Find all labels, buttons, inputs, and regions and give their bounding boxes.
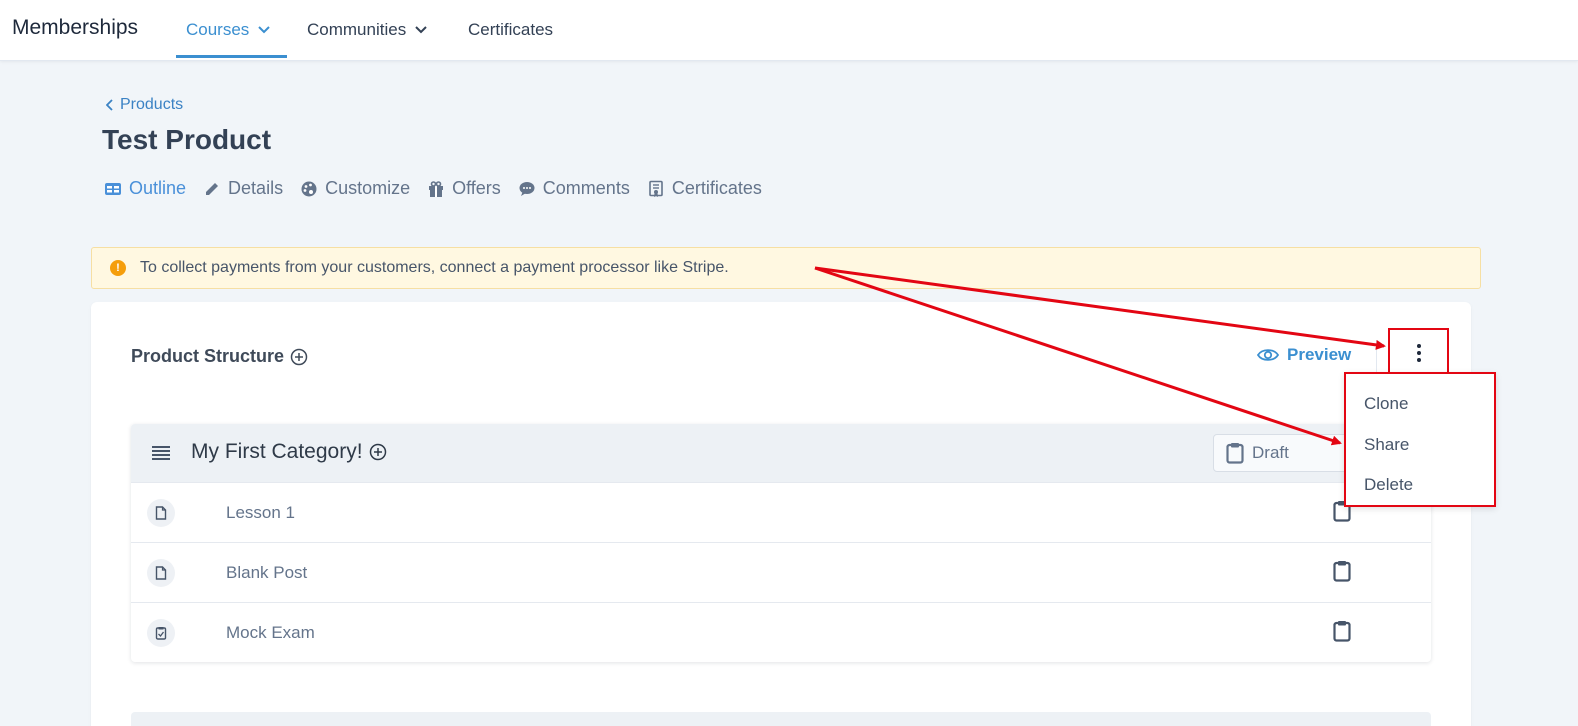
chevron-down-icon bbox=[415, 26, 427, 34]
tab-offers-label: Offers bbox=[452, 178, 501, 198]
eye-icon bbox=[1257, 349, 1279, 361]
certificate-icon bbox=[649, 180, 663, 197]
clipboard-icon[interactable] bbox=[1333, 620, 1351, 642]
next-category-header bbox=[131, 712, 1431, 726]
product-structure-heading: Product Structure bbox=[131, 346, 308, 367]
divider bbox=[1376, 340, 1377, 376]
nav-courses[interactable]: Courses bbox=[186, 20, 271, 40]
preview-label: Preview bbox=[1287, 345, 1352, 364]
pencil-icon bbox=[206, 182, 219, 195]
menu-item-share[interactable]: Share bbox=[1364, 435, 1409, 455]
nav-communities-label: Communities bbox=[307, 20, 407, 39]
quiz-icon bbox=[147, 619, 175, 647]
payment-alert: ! To collect payments from your customer… bbox=[91, 247, 1481, 289]
draft-label: Draft bbox=[1252, 443, 1289, 462]
product-structure-title: Product Structure bbox=[131, 346, 285, 366]
chevron-left-icon bbox=[106, 99, 113, 111]
category-panel: My First Category! Draft Lesson 1 Blank … bbox=[131, 424, 1431, 662]
tab-outline[interactable]: Outline bbox=[104, 178, 186, 199]
category-title-group: My First Category! bbox=[191, 440, 387, 464]
clipboard-icon[interactable] bbox=[1333, 560, 1351, 582]
lesson-row[interactable]: Blank Post bbox=[131, 542, 1431, 602]
tab-outline-label: Outline bbox=[129, 178, 187, 198]
app-title: Memberships bbox=[12, 16, 139, 39]
tab-comments-label: Comments bbox=[542, 178, 630, 198]
clipboard-icon bbox=[1226, 443, 1244, 464]
nav-certificates[interactable]: Certificates bbox=[468, 20, 553, 40]
product-tabs: Outline Details Customize Offers Comment… bbox=[104, 178, 762, 199]
nav-certificates-label: Certificates bbox=[468, 20, 554, 39]
palette-icon bbox=[301, 181, 317, 196]
add-circle-icon[interactable] bbox=[290, 348, 308, 366]
tab-details-label: Details bbox=[228, 178, 284, 198]
more-options-button[interactable] bbox=[1388, 328, 1449, 378]
document-icon bbox=[147, 499, 175, 527]
nav-courses-label: Courses bbox=[186, 20, 250, 39]
lesson-title: Blank Post bbox=[226, 563, 308, 582]
nav-communities[interactable]: Communities bbox=[307, 20, 428, 40]
menu-item-delete[interactable]: Delete bbox=[1364, 475, 1413, 495]
warning-icon: ! bbox=[110, 260, 126, 276]
back-to-products-link[interactable]: Products bbox=[106, 96, 183, 114]
tab-details[interactable]: Details bbox=[203, 178, 283, 199]
tab-customize-label: Customize bbox=[325, 178, 411, 198]
lesson-title: Lesson 1 bbox=[226, 503, 295, 522]
alert-text: To collect payments from your customers,… bbox=[140, 259, 729, 276]
top-navigation-bar: Memberships Courses Communities Certific… bbox=[0, 0, 1578, 61]
document-icon bbox=[147, 559, 175, 587]
lesson-title: Mock Exam bbox=[226, 623, 315, 642]
tab-offers[interactable]: Offers bbox=[427, 178, 501, 199]
tab-certificates-label: Certificates bbox=[671, 178, 762, 198]
comment-icon bbox=[519, 181, 535, 196]
gift-icon bbox=[429, 180, 444, 197]
tab-comments[interactable]: Comments bbox=[518, 178, 630, 199]
drag-handle-icon[interactable] bbox=[152, 446, 170, 460]
table-icon bbox=[105, 182, 121, 195]
category-title: My First Category! bbox=[191, 440, 363, 463]
category-header: My First Category! Draft bbox=[131, 424, 1431, 482]
page-title: Test Product bbox=[102, 124, 272, 155]
active-nav-indicator bbox=[176, 55, 287, 58]
lesson-row[interactable]: Lesson 1 bbox=[131, 482, 1431, 542]
tab-certificates[interactable]: Certificates bbox=[647, 178, 762, 199]
lesson-row[interactable]: Mock Exam bbox=[131, 602, 1431, 662]
options-dropdown-menu: Clone Share Delete bbox=[1344, 372, 1496, 507]
draft-status-button[interactable]: Draft bbox=[1213, 434, 1353, 472]
chevron-down-icon bbox=[258, 26, 271, 34]
vertical-dots-icon bbox=[1416, 344, 1421, 362]
tab-customize[interactable]: Customize bbox=[300, 178, 410, 199]
add-circle-icon[interactable] bbox=[369, 443, 387, 461]
back-link-label: Products bbox=[120, 96, 184, 113]
menu-item-clone[interactable]: Clone bbox=[1364, 394, 1408, 414]
preview-button[interactable]: Preview bbox=[1257, 345, 1351, 365]
